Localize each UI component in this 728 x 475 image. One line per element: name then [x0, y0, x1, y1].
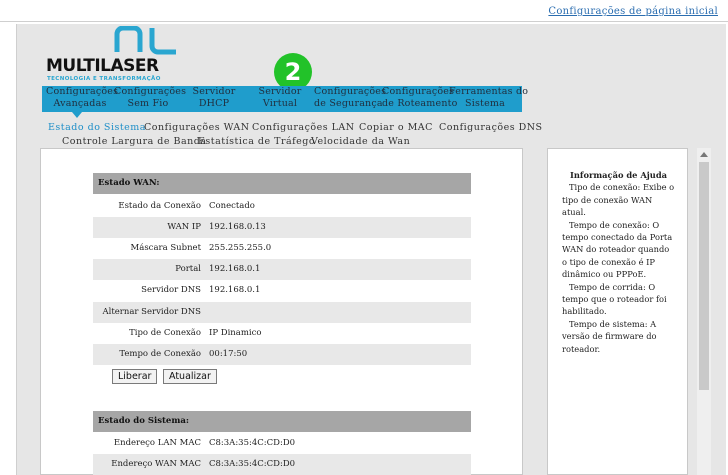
table-row: Servidor DNS 192.168.0.1: [141, 285, 261, 295]
help-title: Informação de Ajuda: [569, 170, 667, 180]
wan-status-header: Estado WAN:: [93, 173, 471, 194]
table-row: Endereço LAN MAC C8:3A:35:4C:CD:D0: [113, 438, 296, 448]
table-row: Máscara Subnet 255.255.255.0: [130, 243, 272, 253]
tab-dns-settings[interactable]: Configurações DNS: [439, 122, 543, 133]
system-status-header: Estado do Sistema:: [93, 411, 471, 432]
multilaser-logo: MULTILASER TECNOLOGIA E TRANSFORMAÇÃO: [46, 26, 186, 82]
table-row: WAN IP 192.168.0.13: [93, 217, 471, 238]
table-row: Tipo de Conexão IP Dinamico: [129, 328, 262, 338]
menu-routing-settings[interactable]: Configurações de Roteamento: [382, 86, 457, 112]
tab-lan-settings[interactable]: Configurações LAN: [252, 122, 355, 133]
renew-button[interactable]: Atualizar: [163, 369, 217, 384]
menu-wireless-settings[interactable]: Configurações Sem Fio: [114, 86, 186, 112]
help-paragraph: Tempo de sistema: A versão de firmware d…: [562, 318, 657, 354]
vertical-scrollbar[interactable]: [697, 148, 711, 475]
tab-traffic-statistics[interactable]: Estatística de Tráfego: [198, 136, 315, 147]
tab-system-status[interactable]: Estado do Sistema: [48, 122, 146, 133]
help-paragraph: Tipo de conexão: Exibe o tipo de conexão…: [562, 182, 675, 218]
tab-bandwidth-control[interactable]: Controle Largura de Banda: [62, 136, 207, 147]
main-menu: Configurações Avançadas Configurações Sem …: [42, 86, 528, 112]
table-row: Endereço WAN MAC C8:3A:35:4C:CD:D0: [93, 454, 471, 475]
tab-mac-clone[interactable]: Copiar o MAC: [359, 122, 433, 133]
active-menu-arrow-icon: [72, 112, 82, 118]
logo-mark-icon: [114, 26, 176, 55]
top-bar: Configurações de página inicial: [0, 0, 728, 22]
help-panel: Informação de Ajuda Tipo de conexão: Exi…: [547, 148, 688, 475]
table-row: Tempo de Conexão 00:17:50: [93, 344, 471, 365]
help-paragraph: Tempo de corrida: O tempo que o roteador…: [562, 281, 667, 317]
scroll-thumb[interactable]: [699, 162, 709, 390]
menu-virtual-server[interactable]: Servidor Virtual: [252, 86, 308, 112]
logo-tagline: TECNOLOGIA E TRANSFORMAÇÃO: [47, 76, 161, 82]
tab-wan-speed[interactable]: Velocidade da Wan: [311, 136, 410, 147]
menu-system-tools[interactable]: Ferramentas do Sistema: [449, 86, 528, 112]
table-row: Alternar Servidor DNS: [93, 302, 471, 323]
menu-dhcp-server[interactable]: Servidor DHCP: [186, 86, 242, 112]
tab-wan-settings[interactable]: Configurações WAN: [144, 122, 250, 133]
logo-brand-text: MULTILASER: [46, 56, 159, 76]
menu-security-settings[interactable]: Configurações de Segurança: [314, 86, 386, 112]
scroll-up-arrow-icon[interactable]: [700, 152, 708, 157]
help-paragraph: Tempo de conexão: O tempo conectado da P…: [562, 219, 673, 280]
home-settings-link[interactable]: Configurações de página inicial: [548, 6, 718, 17]
release-button[interactable]: Liberar: [112, 369, 158, 384]
table-row: Portal 192.168.0.1: [93, 259, 471, 280]
table-row: Estado da Conexão Conectado: [118, 201, 255, 211]
menu-advanced-settings[interactable]: Configurações Avançadas: [46, 86, 118, 112]
